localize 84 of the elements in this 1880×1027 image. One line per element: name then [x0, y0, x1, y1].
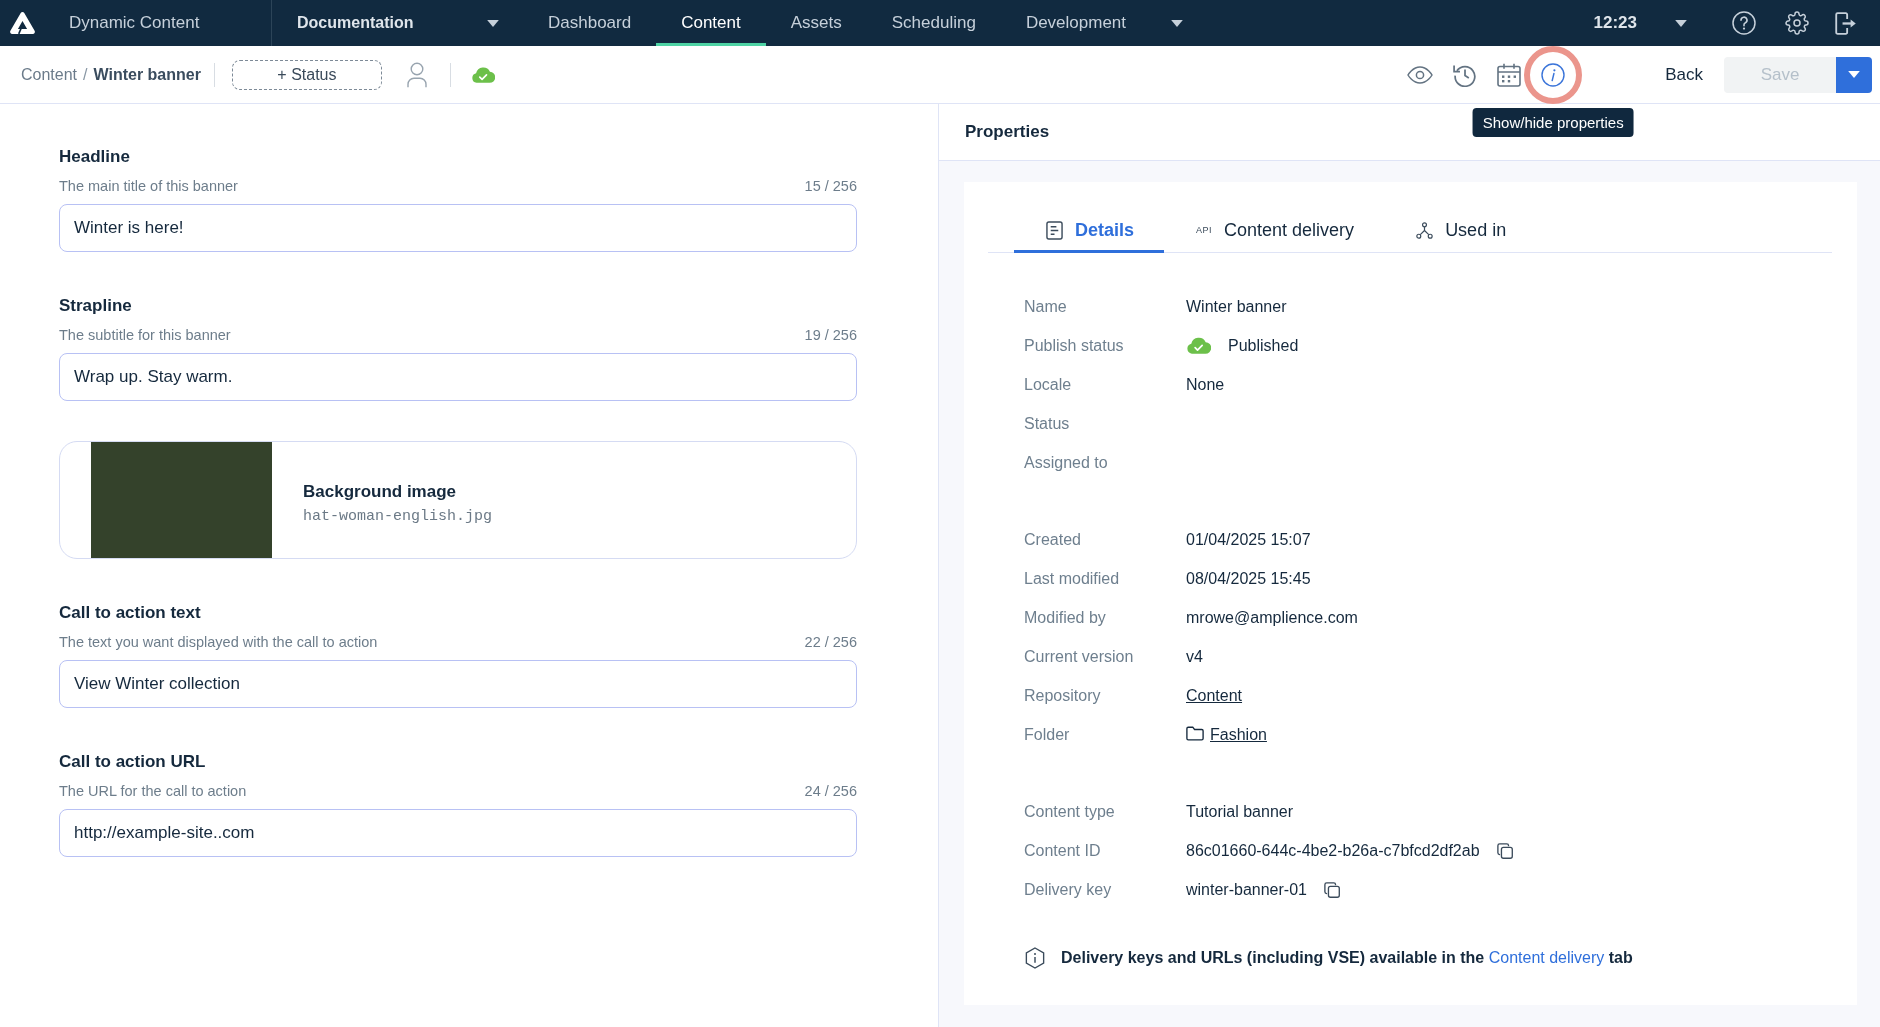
eye-icon[interactable]: [1407, 65, 1434, 84]
property-value: Tutorial banner: [1186, 802, 1294, 821]
caret-icon: [1171, 19, 1184, 27]
caret-icon: [487, 19, 499, 27]
folder-icon: [1186, 726, 1204, 741]
property-label: Assigned to: [1024, 453, 1109, 472]
product-name: Dynamic Content: [69, 13, 200, 33]
property-label: Content type: [1024, 802, 1116, 821]
nav-tab[interactable]: Development: [1000, 0, 1209, 46]
api-label: API: [1196, 225, 1213, 235]
field-label: Strapline: [59, 296, 133, 316]
property-label: Publish status: [1024, 336, 1125, 355]
field-hint: The URL for the call to action: [59, 782, 247, 800]
property-label: Folder: [1024, 725, 1071, 744]
character-count: 19 / 256: [804, 326, 857, 344]
property-value: 08/04/2025 15:45: [1186, 569, 1311, 588]
copy-icon[interactable]: [1496, 842, 1513, 859]
info-note: Delivery keys and URLs (including VSE) available in the Content delivery tab: [1061, 949, 1633, 967]
property-value: v4: [1186, 647, 1203, 666]
sign-out-icon[interactable]: [1835, 11, 1857, 35]
breadcrumb-link[interactable]: Content: [21, 65, 78, 84]
status-value: Published: [1228, 336, 1299, 355]
caret-icon: [1848, 71, 1860, 78]
caret-icon: [1675, 19, 1687, 27]
character-count: 24 / 256: [804, 782, 857, 800]
tooltip: Show/hide properties: [1472, 107, 1634, 137]
hub-menu-button[interactable]: Documentation: [272, 0, 523, 46]
image-card[interactable]: Background image hat-woman-english.jpg: [59, 441, 857, 559]
add-status-button[interactable]: + Status: [231, 59, 382, 90]
field-label: Headline: [59, 147, 131, 167]
help-icon[interactable]: [1732, 11, 1756, 35]
property-value: 86c01660-644c-4be2-b26a-c7bfcd2df2ab: [1186, 841, 1480, 860]
back-button[interactable]: Back: [1665, 64, 1703, 85]
nav-tab[interactable]: Assets: [765, 0, 867, 46]
image-filename: hat-woman-english.jpg: [303, 507, 493, 525]
character-count: 22 / 256: [804, 633, 857, 651]
property-value: 01/04/2025 15:07: [1186, 530, 1311, 549]
property-label: Created: [1024, 530, 1082, 549]
info-icon[interactable]: [1541, 62, 1566, 87]
repository-link[interactable]: Content: [1186, 686, 1243, 705]
save-menu-button[interactable]: [1836, 56, 1872, 93]
nav-tab[interactable]: Content: [656, 0, 766, 46]
character-count: 15 / 256: [804, 177, 857, 195]
folder-link[interactable]: Fashion: [1210, 725, 1267, 744]
hierarchy-icon: [1416, 220, 1434, 240]
property-label: Locale: [1024, 375, 1073, 394]
text-input[interactable]: Winter is here!: [59, 204, 857, 252]
breadcrumb-current: Winter banner: [93, 65, 201, 84]
field-hint: The main title of this banner: [59, 177, 238, 195]
calendar-icon[interactable]: [1497, 62, 1522, 87]
field-hint: The text you want displayed with the call to action: [59, 633, 378, 651]
text-input[interactable]: View Winter collection: [59, 660, 857, 708]
property-label: Status: [1024, 414, 1071, 433]
property-label: Last modified: [1024, 569, 1121, 588]
text-input[interactable]: http://example-site..com: [59, 809, 857, 857]
text-input[interactable]: Wrap up. Stay warm.: [59, 353, 857, 401]
app-logo-icon[interactable]: [10, 12, 35, 34]
property-value: None: [1186, 375, 1225, 394]
panel-tab[interactable]: Used in: [1384, 210, 1537, 253]
property-label: Modified by: [1024, 608, 1107, 627]
property-value: Winter banner: [1186, 297, 1287, 316]
field-hint: The subtitle for this banner: [59, 326, 231, 344]
nav-tab[interactable]: Scheduling: [866, 0, 1001, 46]
info-icon: [1025, 947, 1045, 969]
panel-tab[interactable]: Details: [1014, 210, 1165, 253]
image-title: Background image: [303, 481, 458, 502]
content-delivery-link[interactable]: Content delivery: [1488, 949, 1605, 966]
time-menu-button[interactable]: 12:23: [1593, 0, 1687, 46]
panel-title: Properties: [965, 122, 1050, 142]
nav-tab[interactable]: Dashboard: [523, 0, 657, 46]
property-label: Delivery key: [1024, 880, 1113, 899]
property-label: Name: [1024, 297, 1068, 316]
property-label: Current version: [1024, 647, 1135, 666]
settings-icon[interactable]: [1785, 11, 1809, 35]
field-label: Call to action text: [59, 603, 202, 623]
copy-icon[interactable]: [1323, 881, 1340, 898]
panel-tab[interactable]: API Content delivery: [1164, 210, 1385, 253]
property-label: Content ID: [1024, 841, 1102, 860]
document-icon: [1046, 220, 1063, 240]
property-value: mrowe@amplience.com: [1186, 608, 1358, 627]
property-value: winter-banner-01: [1186, 880, 1307, 899]
property-label: Repository: [1024, 686, 1102, 705]
breadcrumb-separator: /: [83, 65, 88, 84]
field-label: Call to action URL: [59, 752, 207, 772]
